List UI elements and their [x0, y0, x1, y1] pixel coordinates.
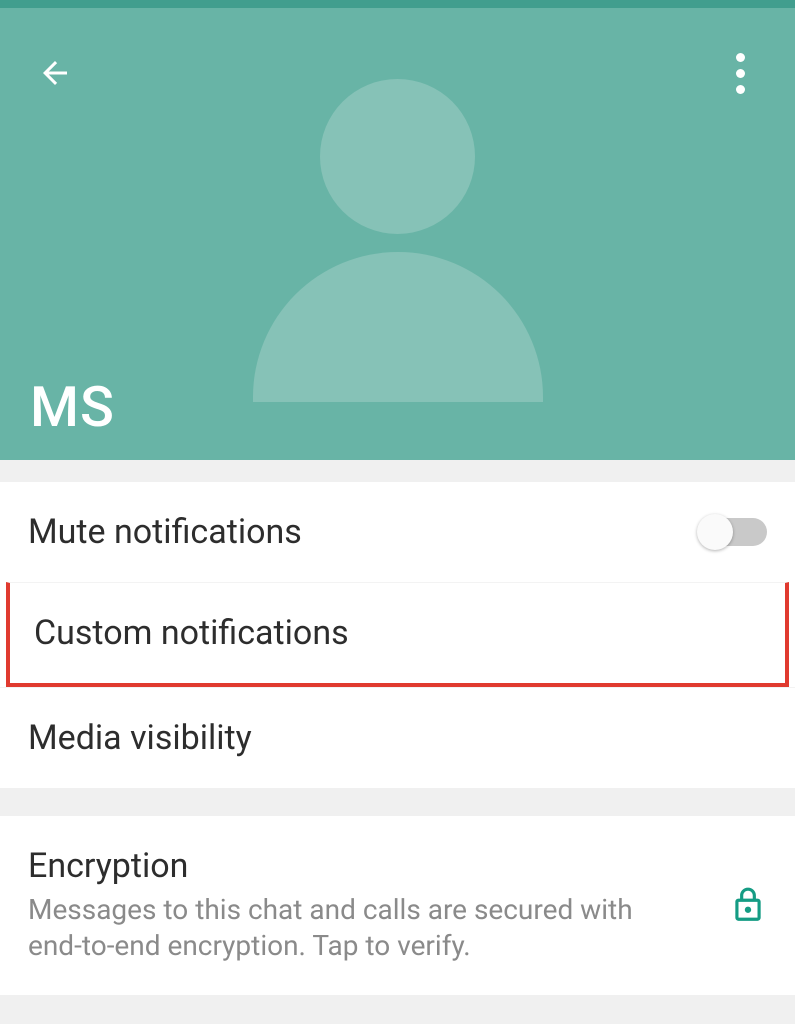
more-options-button[interactable]: [715, 48, 765, 98]
mute-notifications-row[interactable]: Mute notifications: [0, 482, 795, 582]
toggle-knob: [697, 514, 733, 550]
mute-notifications-label: Mute notifications: [28, 512, 302, 552]
custom-notifications-label: Custom notifications: [34, 613, 349, 653]
encryption-description: Messages to this chat and calls are secu…: [28, 892, 648, 965]
media-visibility-label: Media visibility: [28, 718, 252, 758]
back-button[interactable]: [30, 48, 80, 98]
media-visibility-row[interactable]: Media visibility: [0, 687, 795, 788]
avatar-head: [320, 79, 475, 234]
contact-header: MS: [0, 8, 795, 460]
back-arrow-icon: [37, 55, 73, 91]
encryption-section: Encryption Messages to this chat and cal…: [0, 816, 795, 995]
encryption-label: Encryption: [28, 846, 648, 886]
encryption-content: Encryption Messages to this chat and cal…: [28, 846, 648, 965]
encryption-row[interactable]: Encryption Messages to this chat and cal…: [0, 816, 795, 995]
more-vertical-icon: [736, 53, 745, 94]
avatar-body: [253, 252, 543, 402]
custom-notifications-row[interactable]: Custom notifications: [6, 582, 789, 687]
status-bar: [0, 0, 795, 8]
lock-icon: [729, 886, 767, 924]
mute-toggle[interactable]: [699, 518, 767, 546]
contact-name: MS: [30, 374, 115, 440]
notifications-section: Mute notifications Custom notifications …: [0, 482, 795, 788]
default-avatar: [253, 79, 543, 402]
